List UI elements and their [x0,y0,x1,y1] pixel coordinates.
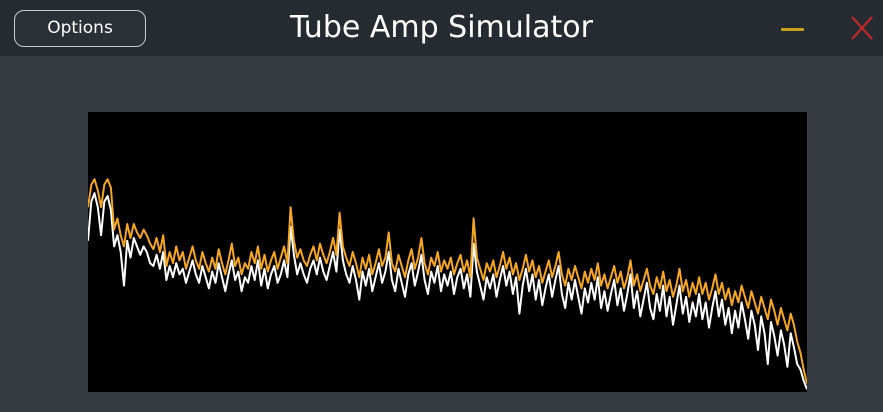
spectrum-line [88,192,807,390]
minimize-icon [781,28,804,31]
close-icon [851,16,873,40]
options-button[interactable]: Options [14,10,146,47]
minimize-button[interactable] [774,14,810,44]
title-bar: Options Tube Amp Simulator [0,0,883,56]
close-button[interactable] [842,10,878,46]
spectrum-display [88,112,807,392]
spectrum-graph [88,178,807,390]
